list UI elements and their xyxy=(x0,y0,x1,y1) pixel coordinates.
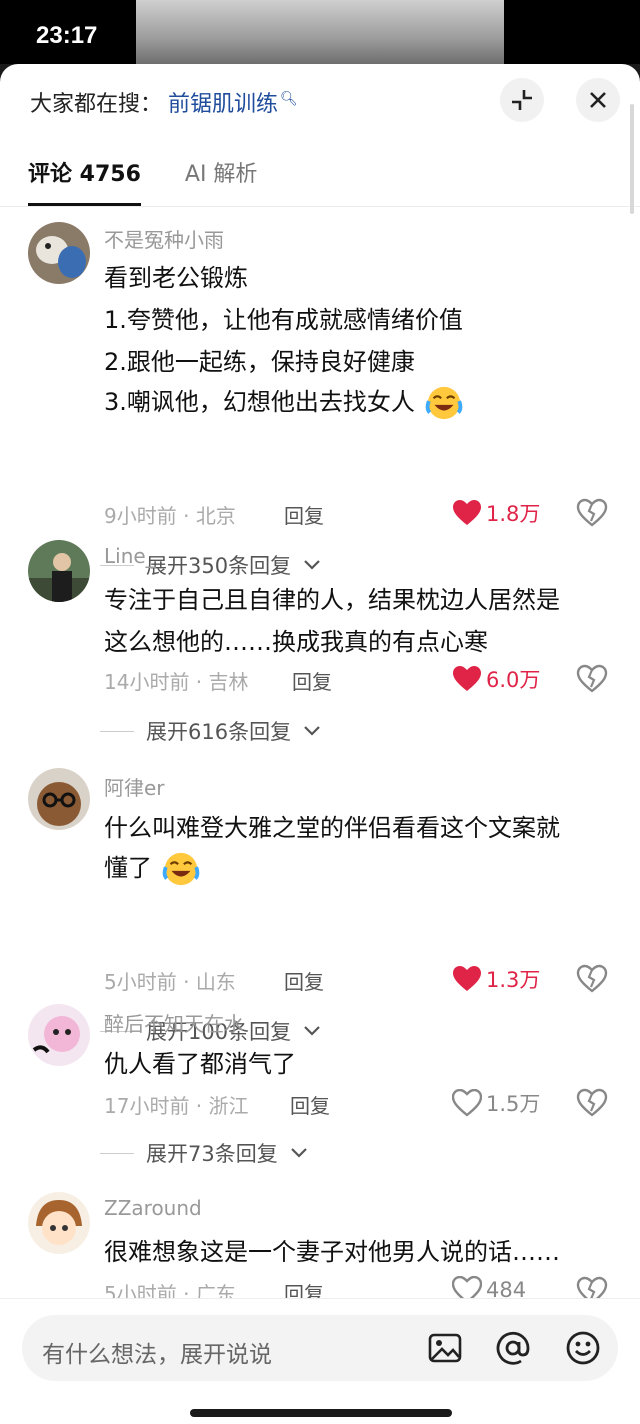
broken-heart-icon[interactable] xyxy=(576,1088,608,1118)
reply-button[interactable]: 回复 xyxy=(284,500,324,529)
divider-line xyxy=(100,1152,134,1154)
avatar[interactable] xyxy=(28,540,90,602)
expand-replies[interactable]: 展开616条回复 xyxy=(100,716,321,746)
comment-text: 懂了 xyxy=(104,854,152,882)
status-time: 23:17 xyxy=(36,22,98,49)
like-button[interactable]: 1.3万 xyxy=(452,964,540,994)
comment-meta: 5小时前 · 山东 xyxy=(104,970,236,994)
reply-button[interactable]: 回复 xyxy=(284,966,324,995)
comment-input[interactable]: 有什么想法，展开说说 xyxy=(22,1315,618,1381)
like-count: 1.3万 xyxy=(486,968,541,992)
comment-sheet: 大家都在搜： 前锯肌训练 🔍︎ 评论 4756 AI 解析 不是冤种小雨 看到老公锻… xyxy=(0,64,640,1424)
expand-label: 展开616条回复 xyxy=(146,720,292,744)
collapse-icon xyxy=(512,90,532,110)
comment-username[interactable]: ZZaround xyxy=(104,1196,202,1220)
comment-time: 14小时前 xyxy=(104,670,190,694)
search-prefix: 大家都在搜： xyxy=(30,92,163,117)
comment-text-line: 1.夸赞他，让他有成就感情绪价值 xyxy=(104,306,463,334)
search-suggestion[interactable]: 大家都在搜： 前锯肌训练 🔍︎ xyxy=(30,86,298,118)
comment-username[interactable]: 不是冤种小雨 xyxy=(104,224,224,253)
emoji-icon[interactable] xyxy=(564,1329,602,1367)
comment-text-line: 懂了 xyxy=(104,848,200,888)
home-indicator[interactable] xyxy=(190,1409,452,1417)
reply-button[interactable]: 回复 xyxy=(290,1090,330,1119)
broken-heart-icon[interactable] xyxy=(576,964,608,994)
comment-username[interactable]: 醉后不知天在水 xyxy=(104,1008,244,1037)
comment-input-placeholder: 有什么想法，展开说说 xyxy=(42,1342,272,1368)
comment-username[interactable]: 阿律er xyxy=(104,772,165,801)
comment-location: 北京 xyxy=(195,504,236,528)
avatar[interactable] xyxy=(28,1004,90,1066)
comment-text: 3.嘲讽他，幻想他出去找女人 xyxy=(104,388,415,416)
chevron-down-icon xyxy=(304,726,320,736)
like-count: 1.8万 xyxy=(486,502,541,526)
close-icon xyxy=(590,92,606,108)
comment-time: 5小时前 xyxy=(104,970,177,994)
at-icon[interactable] xyxy=(494,1329,532,1367)
tab-divider xyxy=(0,206,640,207)
comment-location: 吉林 xyxy=(208,670,249,694)
comment-text-line: 2.跟他一起练，保持良好健康 xyxy=(104,348,415,376)
chevron-down-icon xyxy=(290,1148,307,1158)
avatar[interactable] xyxy=(28,768,90,830)
search-icon: 🔍︎ xyxy=(280,90,298,107)
comment-meta: 9小时前 · 北京 xyxy=(104,504,236,528)
tab-ai-analysis[interactable]: AI 解析 xyxy=(185,156,258,206)
reply-button[interactable]: 回复 xyxy=(292,666,332,695)
collapse-button[interactable] xyxy=(500,78,544,122)
tab-bar: 评论 4756 AI 解析 xyxy=(28,156,257,206)
expand-label: 展开350条回复 xyxy=(146,554,292,578)
chevron-down-icon xyxy=(304,1026,320,1036)
expand-replies[interactable]: 展开73条回复 xyxy=(100,1138,308,1168)
search-keyword[interactable]: 前锯肌训练 xyxy=(168,92,278,117)
comment-location: 山东 xyxy=(195,970,236,994)
comment-text-line: 仇人看了都消气了 xyxy=(104,1050,296,1078)
avatar[interactable] xyxy=(28,222,90,284)
comment-text-line: 什么叫难登大雅之堂的伴侣看看这个文案就 xyxy=(104,814,560,842)
video-preview[interactable] xyxy=(136,0,504,64)
close-button[interactable] xyxy=(576,78,620,122)
comment-composer-bar: 有什么想法，展开说说 xyxy=(0,1298,640,1424)
avatar[interactable] xyxy=(28,1192,90,1254)
comment-meta: 17小时前 · 浙江 xyxy=(104,1094,249,1118)
broken-heart-icon[interactable] xyxy=(576,664,608,694)
laughing-crying-emoji xyxy=(162,852,199,886)
like-count: 1.5万 xyxy=(486,1092,541,1116)
divider-line xyxy=(100,730,134,732)
tab-comments[interactable]: 评论 4756 xyxy=(28,156,141,206)
like-count: 6.0万 xyxy=(486,668,541,692)
comment-username[interactable]: Line_ xyxy=(104,544,156,568)
scrollbar[interactable] xyxy=(630,104,634,214)
like-button[interactable]: 1.8万 xyxy=(452,498,540,528)
comment-text-line: 很难想象这是一个妻子对他男人说的话…… xyxy=(104,1238,560,1266)
status-bar: 23:17 xyxy=(0,0,640,64)
heart-icon xyxy=(452,1089,482,1117)
comment-time: 9小时前 xyxy=(104,504,177,528)
like-button[interactable]: 6.0万 xyxy=(452,664,540,694)
comment-time: 17小时前 xyxy=(104,1094,190,1118)
like-button[interactable]: 1.5万 xyxy=(452,1088,540,1118)
image-icon[interactable] xyxy=(426,1329,464,1367)
comment-text-line: 这么想他的……换成我真的有点心寒 xyxy=(104,628,488,656)
comment-meta: 14小时前 · 吉林 xyxy=(104,670,249,694)
heart-icon xyxy=(453,500,481,525)
laughing-crying-emoji xyxy=(425,386,462,420)
chevron-down-icon xyxy=(304,560,320,570)
expand-label: 展开73条回复 xyxy=(146,1142,278,1166)
broken-heart-icon[interactable] xyxy=(576,498,608,528)
heart-icon xyxy=(453,666,481,691)
heart-icon xyxy=(453,966,481,991)
comment-text-line: 3.嘲讽他，幻想他出去找女人 xyxy=(104,382,463,422)
comment-location: 浙江 xyxy=(208,1094,249,1118)
comment-text-line: 看到老公锻炼 xyxy=(104,264,248,292)
comment-text-line: 专注于自己且自律的人，结果枕边人居然是 xyxy=(104,586,560,614)
